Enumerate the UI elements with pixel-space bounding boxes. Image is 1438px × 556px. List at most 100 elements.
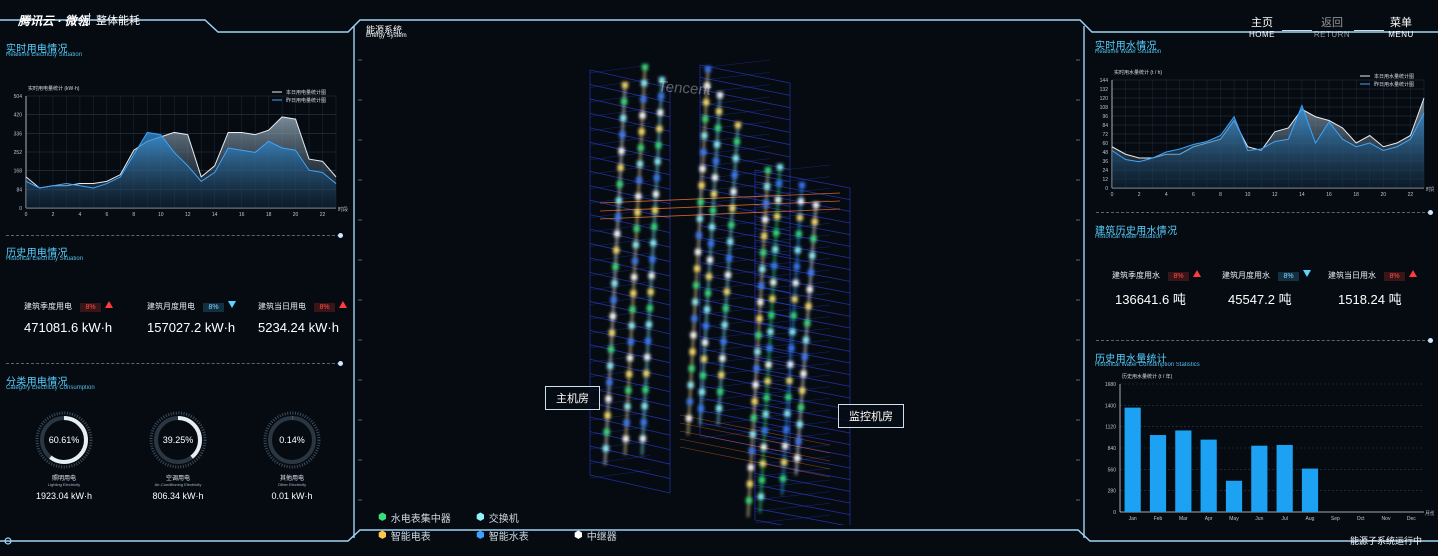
gauge-value: 806.34 kW·h <box>152 491 204 501</box>
device-node <box>776 180 783 187</box>
y-tick-label: 0 <box>19 206 22 212</box>
device-node <box>718 372 725 378</box>
device-node <box>746 480 753 487</box>
device-node <box>625 387 632 394</box>
device-node <box>689 348 696 355</box>
gauge-ring: 0.14% <box>263 411 321 469</box>
floor-line <box>589 426 651 435</box>
monitoring-room-label[interactable]: 监控机房 <box>838 404 904 428</box>
floor-line <box>699 195 771 204</box>
floor-line <box>589 445 671 465</box>
device-node <box>788 345 795 352</box>
floor-line <box>754 262 851 282</box>
device-node <box>763 394 770 401</box>
y-tick-label: 144 <box>1100 78 1109 84</box>
legend-item-switch[interactable]: ⬢ 交换机 <box>476 510 574 525</box>
device-node <box>702 339 708 346</box>
device-node <box>637 161 643 167</box>
x-tick-label: 12 <box>1272 192 1278 198</box>
device-node <box>693 282 700 289</box>
device-node <box>757 493 764 500</box>
stat-value: 136641.6 吨 <box>1115 292 1186 307</box>
device-node <box>719 355 726 362</box>
floor-line <box>699 405 771 414</box>
device-node <box>759 460 766 467</box>
device-node <box>626 371 633 378</box>
device-node <box>632 241 639 248</box>
device-node <box>777 164 783 170</box>
main-server-room-label[interactable]: 主机房 <box>545 386 600 410</box>
electricity-stat-quarter: 建筑季度用电 8% 471081.6 kW·h <box>24 296 134 335</box>
x-tick-label: 20 <box>293 212 299 218</box>
gauge-other: 0.14% 其他用电 Other Electricity 0.01 kW·h <box>252 410 332 501</box>
realtime-water-subtitle: Realtime Water Situation <box>1095 49 1162 55</box>
device-node <box>629 306 636 313</box>
device-node <box>720 338 727 345</box>
device-node <box>692 298 699 305</box>
gauge-value: 0.01 kW·h <box>271 491 313 501</box>
trend-up-icon <box>1409 270 1418 278</box>
device-node <box>758 477 765 484</box>
device-node <box>762 216 769 223</box>
floor-line <box>754 176 831 185</box>
floor-line <box>589 460 671 479</box>
gauge-ring: 60.61% <box>35 411 93 469</box>
device-node <box>704 306 710 313</box>
device-node <box>633 225 640 232</box>
device-node <box>698 405 704 412</box>
floor-line <box>699 380 771 389</box>
x-tick-label: 0 <box>1111 192 1114 198</box>
legend-item-smart-meter[interactable]: ⬢ 智能电表 <box>378 528 476 543</box>
gauge-name-en: Lighting Electricity <box>47 482 81 487</box>
device-node <box>638 128 645 135</box>
nav-return-button[interactable]: 返回 RETURN <box>1312 14 1352 39</box>
device-node <box>639 112 646 119</box>
device-node <box>747 464 754 471</box>
x-tick-label: 6 <box>1192 192 1195 198</box>
floor-line <box>754 519 784 525</box>
water-bar-chart: 0 280 560 840 1120 1400 1680 Jan Feb Mar Apr May Jun… <box>1105 373 1434 522</box>
x-tick-label: 14 <box>1299 192 1305 198</box>
gauge-lighting: 60.61% 照明用电 Lighting Electricity 1923.04… <box>24 410 104 501</box>
device-node <box>792 279 799 286</box>
device-node <box>794 455 801 462</box>
y-tick-label: 420 <box>14 113 23 119</box>
device-node <box>808 269 814 276</box>
y-tick-label: 252 <box>14 150 23 156</box>
nav-menu-button[interactable]: 菜单 MENU <box>1384 14 1418 39</box>
legend-item-concentrator[interactable]: ⬢ 水电表集中器 <box>378 510 476 525</box>
device-node <box>795 230 802 237</box>
x-tick-label: 8 <box>132 212 135 218</box>
device-node <box>632 258 638 264</box>
stat-pct-badge: 8% <box>1168 272 1189 281</box>
bar <box>1251 445 1268 512</box>
floor-line <box>754 456 831 465</box>
device-node <box>809 252 816 259</box>
legend-item-repeater[interactable]: ⬢ 中继器 <box>574 528 672 543</box>
x-tick-label: 6 <box>105 212 108 218</box>
x-tick-label: Mar <box>1179 516 1188 522</box>
nav-home-button[interactable]: 主页 HOME <box>1246 14 1278 39</box>
stat-value: 471081.6 kW·h <box>24 320 113 335</box>
floor-line <box>754 426 851 446</box>
device-node <box>810 235 817 242</box>
legend-item-water-meter[interactable]: ⬢ 智能水表 <box>476 528 574 543</box>
left-separator-1 <box>6 233 343 238</box>
device-node <box>762 411 769 418</box>
device-node <box>656 125 663 132</box>
riser-line <box>641 79 663 456</box>
floor-line <box>754 503 831 512</box>
x-tick-label: 22 <box>320 212 326 218</box>
x-tick-label: Jul <box>1281 516 1287 522</box>
device-node <box>627 338 634 345</box>
device-node <box>703 323 709 329</box>
x-tick-label: Jun <box>1255 516 1263 522</box>
device-node <box>753 365 760 372</box>
device-node <box>799 387 806 394</box>
device-node <box>715 125 721 131</box>
x-tick-label: 12 <box>185 212 191 218</box>
device-node <box>642 64 648 70</box>
floor-line <box>754 251 851 271</box>
floor-line <box>589 469 651 479</box>
y-tick-label: 560 <box>1108 467 1117 473</box>
